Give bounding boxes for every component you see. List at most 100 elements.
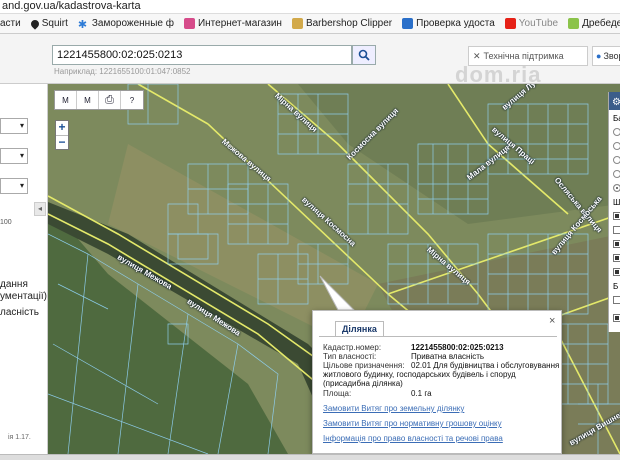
layer-checkbox[interactable] <box>613 240 620 248</box>
layers-label: Ба <box>613 114 620 123</box>
identify-tool[interactable]: ? <box>121 91 143 109</box>
bookmark-label: YouTube <box>518 18 559 29</box>
youtube-icon <box>504 18 516 29</box>
bookmark-item[interactable]: Проверка удоста <box>402 18 495 29</box>
popup-divider <box>319 336 557 337</box>
search-button[interactable] <box>352 45 376 65</box>
site-header: 1221455800:02:025:0213 Наприклад: 122165… <box>0 34 620 87</box>
measure-length-tool[interactable]: М <box>55 91 77 109</box>
left-sidebar: ▾ ▾ ▾ ◂ 100 дання ументації) ласність ія… <box>0 84 48 460</box>
map-toolbar: М М ⎙ ? <box>54 90 144 110</box>
filter-select[interactable]: ▾ <box>0 148 28 164</box>
cadastral-map[interactable]: вулиця Межова вулиця Межова Межова вулиц… <box>48 84 620 454</box>
address-bar[interactable]: and.gov.ua/kadastrova-karta <box>0 0 620 14</box>
cadastral-search-input[interactable]: 1221455800:02:025:0213 <box>52 45 352 65</box>
base-layer-radio[interactable] <box>613 142 620 150</box>
zoom-control: + − <box>55 120 69 150</box>
url-text: and.gov.ua/kadastrova-karta <box>2 0 141 12</box>
bookmark-label: Проверка удоста <box>416 18 495 29</box>
bookmark-label: Замороженные ф <box>91 18 174 29</box>
version-text: ія 1.17. <box>8 434 31 441</box>
help-cursor-icon: ? <box>129 95 135 105</box>
bookmark-item[interactable]: ✱ Замороженные ф <box>77 18 174 31</box>
layers-label: Ша <box>613 198 620 207</box>
scale-text: 100 <box>0 219 12 226</box>
filter-select[interactable]: ▾ <box>0 118 28 134</box>
search-hint: Наприклад: 1221655100:01:047:0852 <box>54 67 191 76</box>
bookmark-item[interactable]: Barbershop Clipper <box>291 18 393 29</box>
print-icon: ⎙ <box>105 93 114 106</box>
shop-icon <box>183 18 195 29</box>
support-label: Технічна підтримка <box>483 51 564 61</box>
bookmark-label: Интернет-магазин <box>197 18 282 29</box>
collapse-panel-button[interactable]: ◂ <box>34 202 46 216</box>
login-button[interactable]: ●Звор <box>592 46 620 66</box>
close-icon[interactable]: × <box>549 315 555 327</box>
order-parcel-extract-link[interactable]: Замовити Витяг про земельну ділянку <box>323 404 464 413</box>
bookmark-item[interactable]: асти <box>0 18 21 29</box>
bookmark-icon <box>568 18 580 29</box>
field-key: Площа: <box>323 389 352 398</box>
layer-checkbox[interactable] <box>613 314 620 322</box>
field-value: Приватна власність <box>411 352 485 361</box>
field-value: 0.1 га <box>411 389 432 398</box>
layers-panel: ⚙ Ба Ша Б <box>608 92 620 332</box>
layer-checkbox[interactable] <box>613 226 620 234</box>
bookmark-label: Barbershop Clipper <box>305 18 393 29</box>
bookmark-label: Дребеденьки - до <box>582 18 620 29</box>
barbershop-icon <box>291 18 303 29</box>
popup-field: Тип власності: Приватна власність <box>323 352 484 361</box>
base-layer-radio[interactable] <box>613 170 620 178</box>
popup-field: Площа: 0.1 га <box>323 389 432 398</box>
measure-area-tool[interactable]: М <box>77 91 99 109</box>
popup-field: Кадастр.номер: 1221455800:02:025:0213 <box>323 343 504 352</box>
base-layer-radio[interactable] <box>613 128 620 136</box>
field-value: 1221455800:02:025:0213 <box>411 343 504 352</box>
ruler-icon: М <box>62 95 69 105</box>
bookmarks-bar: асти Squirt ✱ Замороженные ф Интернет-маг… <box>0 14 620 34</box>
layers-header[interactable]: ⚙ <box>609 92 620 110</box>
base-layer-radio[interactable] <box>613 156 620 164</box>
field-key: Кадастр.номер: <box>323 343 382 352</box>
field-value: 02.01 Для будівництва і обслуговування <box>411 361 560 370</box>
bookmark-item[interactable]: Squirt <box>29 17 68 30</box>
field-key: Тип власності: <box>323 352 377 361</box>
order-valuation-extract-link[interactable]: Замовити Витяг про нормативну грошову оц… <box>323 419 502 428</box>
tech-support-button[interactable]: ✕ Технічна підтримка <box>468 46 588 66</box>
panel-text: дання <box>0 279 28 290</box>
zoom-out-button[interactable]: − <box>56 135 68 149</box>
wrench-icon: ✕ <box>473 50 481 61</box>
user-icon: ● <box>596 51 602 61</box>
layer-checkbox[interactable] <box>613 254 620 262</box>
field-value: житлового будинку, господарських будівел… <box>323 370 516 379</box>
popup-tab-parcel[interactable]: Ділянка <box>335 321 384 336</box>
print-tool[interactable]: ⎙ <box>99 91 121 109</box>
zoom-in-button[interactable]: + <box>56 121 68 135</box>
horizontal-scrollbar[interactable] <box>0 454 620 460</box>
layer-checkbox[interactable] <box>613 212 620 220</box>
base-layer-radio[interactable] <box>613 184 620 192</box>
filter-select[interactable]: ▾ <box>0 178 28 194</box>
panel-text: ументації) <box>0 291 47 302</box>
login-label: Звор <box>603 51 620 61</box>
bookmark-item[interactable]: YouTube <box>504 18 559 29</box>
field-key: Цільове призначення: <box>323 361 405 370</box>
ownership-info-link[interactable]: Інформація про право власності та речові… <box>323 434 503 443</box>
popup-field: (присадибна ділянка) <box>323 379 403 388</box>
search-icon <box>358 49 370 61</box>
layer-checkbox[interactable] <box>613 268 620 276</box>
popup-field: житлового будинку, господарських будівел… <box>323 370 516 379</box>
layer-checkbox[interactable] <box>613 296 620 304</box>
field-value: (присадибна ділянка) <box>323 379 403 388</box>
document-icon <box>402 18 414 29</box>
bookmark-item[interactable]: Интернет-магазин <box>183 18 282 29</box>
gear-icon: ⚙ <box>612 97 620 108</box>
drop-icon <box>29 17 41 30</box>
parcel-info-popup: Ділянка × Кадастр.номер: 1221455800:02:02… <box>312 310 562 454</box>
panel-text: ласність <box>0 307 39 318</box>
popup-field: Цільове призначення: 02.01 Для будівництв… <box>323 361 559 370</box>
bookmark-label: асти <box>0 18 21 29</box>
area-icon: М <box>84 95 91 105</box>
snowflake-icon: ✱ <box>77 19 88 31</box>
bookmark-item[interactable]: Дребеденьки - до <box>568 18 620 29</box>
